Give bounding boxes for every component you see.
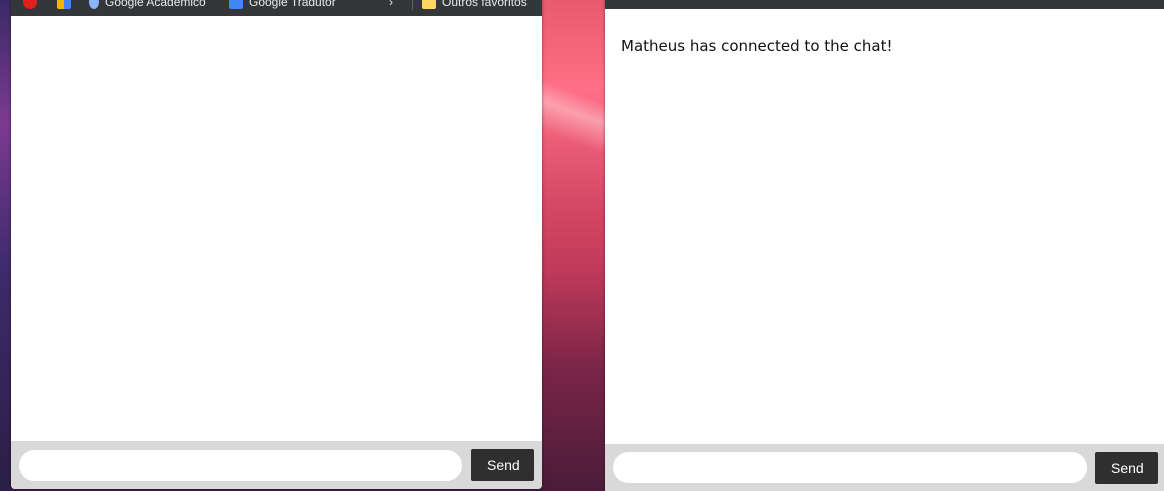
send-button[interactable]: Send	[1095, 451, 1158, 484]
bookmark-google-translate[interactable]: Google Tradutor	[229, 0, 336, 10]
bookmarks-bar: Google Acadêmico Google Tradutor › Outro…	[11, 0, 542, 16]
chat-window-right: Matheus has connected to the chat! Send	[605, 0, 1164, 491]
message-input[interactable]	[613, 452, 1087, 483]
chat-messages-area	[11, 16, 542, 441]
message-input[interactable]	[19, 449, 462, 481]
bookmark-label: Outros favoritos	[442, 0, 527, 9]
chat-message: Matheus has connected to the chat!	[621, 37, 893, 55]
chevron-right-icon[interactable]: ›	[389, 0, 393, 10]
translate-icon	[229, 0, 243, 9]
chat-composer: Send	[11, 441, 542, 489]
chat-messages-area: Matheus has connected to the chat!	[605, 9, 1164, 444]
desktop-wallpaper-left	[0, 0, 11, 491]
chat-window-left: Google Acadêmico Google Tradutor › Outro…	[11, 0, 542, 489]
desktop-wallpaper-middle	[542, 0, 605, 491]
browser-toolbar-edge	[605, 0, 1164, 9]
apps-grid-icon[interactable]	[57, 0, 77, 10]
bookmark-label: Google Tradutor	[249, 0, 336, 9]
bookmark-other-favorites[interactable]: Outros favoritos	[412, 0, 527, 10]
scholar-icon	[89, 0, 99, 9]
chat-composer: Send	[605, 444, 1164, 491]
bookmark-google-scholar[interactable]: Google Acadêmico	[89, 0, 206, 10]
send-button[interactable]: Send	[471, 449, 534, 481]
bookmark-label: Google Acadêmico	[105, 0, 206, 9]
folder-icon	[422, 0, 436, 9]
opera-icon[interactable]	[23, 0, 43, 10]
